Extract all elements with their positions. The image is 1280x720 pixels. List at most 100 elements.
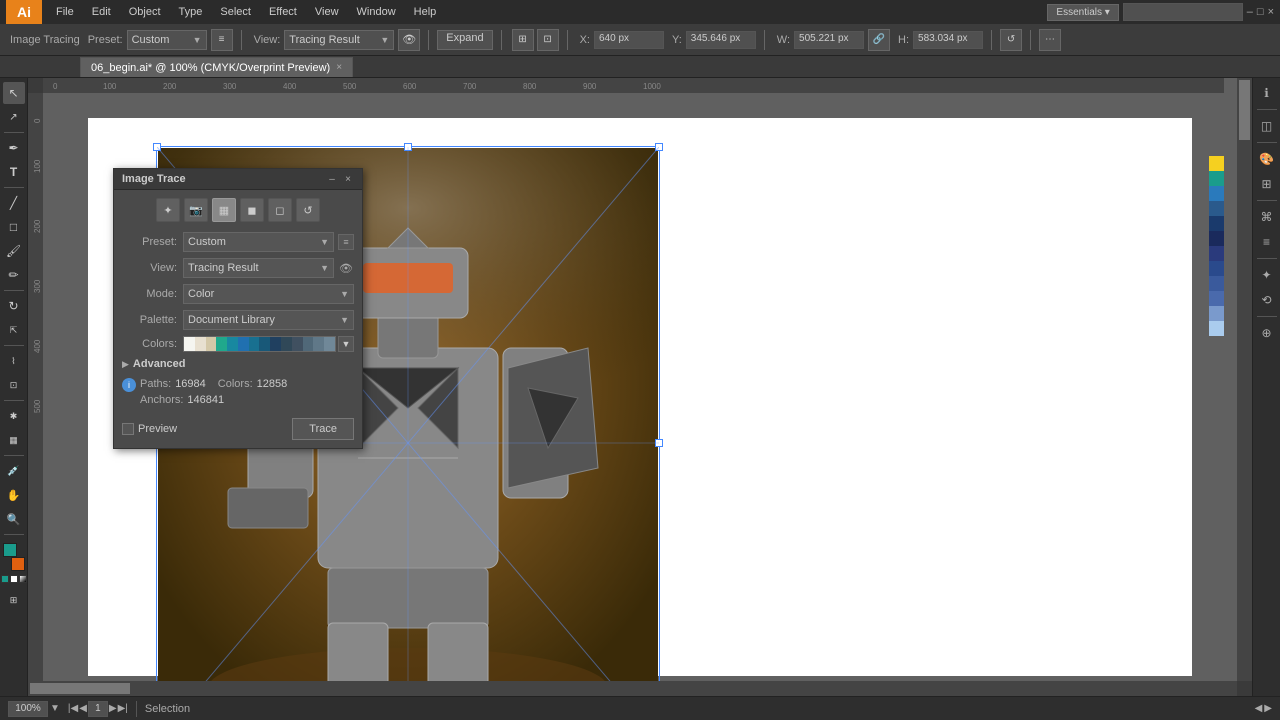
column-graph-tool[interactable]: ▦ [3,429,25,451]
swatch-0[interactable] [184,337,195,351]
swatch-11[interactable] [303,337,314,351]
color-strip-blue5[interactable] [1209,246,1224,261]
right-icon-4[interactable]: ⊞ [1256,173,1278,195]
rotate-tool[interactable]: ↻ [3,295,25,317]
h-value[interactable]: 583.034 px [913,31,983,49]
media-btn-2[interactable]: ▶ [1264,703,1272,714]
page-number[interactable]: 1 [88,701,108,717]
color-strip-blue6[interactable] [1209,261,1224,276]
panel-preset-dropdown[interactable]: Custom ▼ [183,232,334,252]
gradient-btn[interactable] [19,575,27,583]
panel-view-dropdown[interactable]: Tracing Result ▼ [183,258,334,278]
rotate-btn[interactable]: ↺ [1000,29,1022,51]
right-icon-3[interactable]: 🎨 [1256,148,1278,170]
page-prev-btn[interactable]: ◀ [79,703,87,714]
window-close[interactable]: × [1268,6,1274,18]
swatch-4[interactable] [227,337,238,351]
tab-close-btn[interactable]: × [336,62,342,73]
document-tab[interactable]: 06_begin.ai* @ 100% (CMYK/Overprint Prev… [80,57,353,77]
colors-expand-btn[interactable]: ▼ [338,336,354,352]
color-btn[interactable] [1,575,9,583]
menu-window[interactable]: Window [349,4,404,20]
menu-effect[interactable]: Effect [261,4,305,20]
swatch-10[interactable] [292,337,303,351]
color-strip-blue7[interactable] [1209,276,1224,291]
canvas-area[interactable]: 0 100 200 300 400 500 600 700 800 900 10… [28,78,1252,696]
trace-button[interactable]: Trace [292,418,354,440]
search-input[interactable] [1123,3,1243,21]
constrain-btn[interactable]: 🔗 [868,29,890,51]
menu-view[interactable]: View [307,4,347,20]
panel-close-btn[interactable]: × [342,173,354,185]
menu-select[interactable]: Select [212,4,259,20]
preset-options-btn[interactable]: ≡ [211,29,233,51]
swatch-9[interactable] [281,337,292,351]
color-strip-yellow[interactable] [1209,156,1224,171]
menu-help[interactable]: Help [406,4,445,20]
direct-select-tool[interactable]: ↗ [3,106,25,128]
h-scrollbar[interactable] [28,681,1237,696]
swatch-6[interactable] [249,337,260,351]
grayscale-icon[interactable]: ↺ [296,198,320,222]
y-value[interactable]: 345.646 px [686,31,756,49]
pen-tool[interactable]: ✒ [3,137,25,159]
panel-mode-dropdown[interactable]: Color ▼ [183,284,354,304]
hand-tool[interactable]: ✋ [3,484,25,506]
swatch-8[interactable] [270,337,281,351]
x-value[interactable]: 640 px [594,31,664,49]
right-icon-5[interactable]: ⌘ [1256,206,1278,228]
color-strip-blue4[interactable] [1209,231,1224,246]
essentials-dropdown[interactable]: Essentials ▾ [1047,4,1118,21]
eyedropper-tool[interactable]: 💉 [3,460,25,482]
transform-icon-2[interactable]: ⊡ [537,29,559,51]
type-tool[interactable]: T [3,161,25,183]
zoom-tool[interactable]: 🔍 [3,508,25,530]
right-icon-6[interactable]: ≡ [1256,231,1278,253]
color-strip-blue9[interactable] [1209,306,1224,321]
panel-header[interactable]: Image Trace – × [114,169,362,190]
stroke-swatch[interactable] [11,557,25,571]
menu-edit[interactable]: Edit [84,4,119,20]
16color-icon[interactable]: ◻ [268,198,292,222]
paintbrush-tool[interactable]: 🖌 [3,240,25,262]
transform-icon-1[interactable]: ⊞ [512,29,534,51]
color-strip-blue10[interactable] [1209,321,1224,336]
swatch-1[interactable] [195,337,206,351]
menu-file[interactable]: File [48,4,82,20]
color-strip-blue1[interactable] [1209,186,1224,201]
swatch-3[interactable] [216,337,227,351]
menu-object[interactable]: Object [121,4,169,20]
right-icon-7[interactable]: ✦ [1256,264,1278,286]
window-minimize[interactable]: – [1247,6,1253,18]
info-icon[interactable]: i [122,378,136,392]
swatch-5[interactable] [238,337,249,351]
3color-icon[interactable]: ▦ [212,198,236,222]
panel-preset-options[interactable]: ≡ [338,234,354,250]
swatch-13[interactable] [324,337,335,351]
v-scrollbar[interactable] [1237,78,1252,681]
select-tool[interactable]: ↖ [3,82,25,104]
h-scrollbar-thumb[interactable] [30,683,130,694]
zoom-value[interactable]: 100% [8,701,48,717]
window-maximize[interactable]: □ [1257,6,1264,18]
swatch-7[interactable] [259,337,270,351]
rect-tool[interactable]: □ [3,216,25,238]
fill-swatch[interactable] [3,543,17,557]
page-first-btn[interactable]: |◀ [68,703,78,714]
auto-color-icon[interactable]: ✦ [156,198,180,222]
panel-view-eye[interactable]: 👁 [338,260,354,276]
page-next-btn[interactable]: ▶ [109,703,117,714]
preview-checkbox[interactable]: Preview [122,423,177,435]
preview-check[interactable] [122,423,134,435]
color-strip-blue2[interactable] [1209,201,1224,216]
right-icon-8[interactable]: ⟲ [1256,289,1278,311]
menu-type[interactable]: Type [171,4,211,20]
panel-minimize-btn[interactable]: – [326,173,338,185]
panel-palette-dropdown[interactable]: Document Library ▼ [183,310,354,330]
line-tool[interactable]: ╱ [3,192,25,214]
right-icon-9[interactable]: ⊕ [1256,322,1278,344]
right-icon-2[interactable]: ◫ [1256,115,1278,137]
expand-button[interactable]: Expand [437,30,492,50]
v-scrollbar-thumb[interactable] [1239,80,1250,140]
swatch-2[interactable] [206,337,217,351]
